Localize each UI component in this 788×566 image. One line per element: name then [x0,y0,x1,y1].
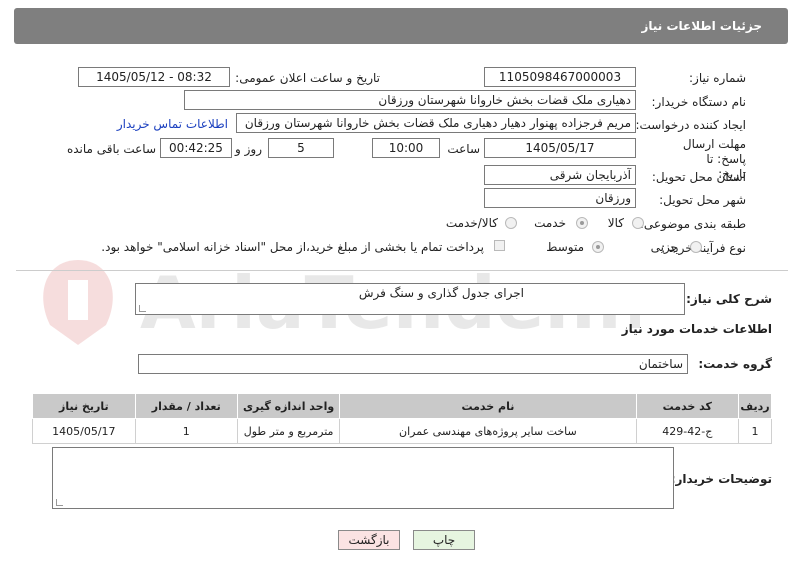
category-radio-service[interactable] [576,217,588,229]
category-option-goods: کالا [607,216,624,230]
announce-datetime-field[interactable]: 1405/05/12 - 08:32 [78,67,230,87]
cell-service-code: ج-42-429 [635,418,740,444]
days-and-label: روز و [235,142,262,156]
need-number-label: شماره نیاز: [689,71,746,85]
requester-label: ایجاد کننده درخواست: [635,118,746,132]
page-title: جزئیات اطلاعات نیاز [641,19,762,33]
contact-buyer-link[interactable]: اطلاعات تماس خریدار [117,117,228,131]
buyer-org-field[interactable]: دهیاری ملک قضات بخش خاروانا شهرستان ورزق… [184,90,636,110]
announce-datetime-label: تاریخ و ساعت اعلان عمومی: [235,71,380,85]
province-field[interactable]: آذربایجان شرقی [484,165,636,185]
cell-row: 1 [738,418,772,444]
resize-grip-icon[interactable] [56,499,63,506]
remaining-label: ساعت باقی مانده [66,142,156,156]
col-need-date: تاریخ نیاز [32,393,136,419]
section-divider [16,270,788,271]
service-group-label: گروه خدمت: [698,357,772,371]
deadline-time-label: ساعت [447,142,480,156]
cell-need-date: 1405/05/17 [32,418,136,444]
category-option-service: خدمت [534,216,566,230]
col-quantity: تعداد / مقدار [134,393,238,419]
deadline-date-field[interactable]: 1405/05/17 [484,138,636,158]
remaining-time-field[interactable]: 00:42:25 [160,138,232,158]
deadline-time-field[interactable]: 10:00 [372,138,440,158]
category-option-goods-service: کالا/خدمت [445,216,498,230]
buyer-notes-label: توضیحات خریدار: [670,472,772,486]
table-header-row: ردیف کد خدمت نام خدمت واحد اندازه گیری ت… [32,393,772,419]
requester-field[interactable]: مریم فرجزاده پهنوار دهیار دهیاری ملک قضا… [236,113,636,133]
header-bar: جزئیات اطلاعات نیاز [14,8,788,44]
col-service-code: کد خدمت [635,393,740,419]
purchase-option-minor: جزیی [650,240,678,254]
buyer-org-label: نام دستگاه خریدار: [651,95,747,109]
description-label: شرح کلی نیاز: [686,292,772,306]
province-label: استان محل تحویل: [651,170,746,184]
services-section-title: اطلاعات خدمات مورد نیاز [621,322,772,336]
purchase-radio-medium[interactable] [592,241,604,253]
services-table: ردیف کد خدمت نام خدمت واحد اندازه گیری ت… [32,393,772,444]
resize-grip-icon[interactable] [139,305,146,312]
buyer-notes-textarea[interactable] [52,447,674,509]
city-field[interactable]: ورزقان [484,188,636,208]
category-radio-goods[interactable] [632,217,644,229]
cell-service-name: ساخت سایر پروژه‌های مهندسی عمران [339,418,637,444]
back-button[interactable]: بازگشت [338,530,400,550]
cell-unit: مترمربع و متر طول [236,418,341,444]
print-button[interactable]: چاپ [413,530,475,550]
purchase-option-medium: متوسط [546,240,584,254]
purchase-radio-minor[interactable] [690,241,702,253]
treasury-payment-note: پرداخت تمام یا بخشی از مبلغ خرید،از محل … [101,240,484,254]
col-row: ردیف [738,393,772,419]
category-label: طبقه بندی موضوعی: [639,217,746,231]
category-radio-goods-service[interactable] [505,217,517,229]
remaining-days-field[interactable]: 5 [268,138,334,158]
need-number-field[interactable]: 1105098467000003 [484,67,636,87]
col-service-name: نام خدمت [339,393,637,419]
table-row[interactable]: 1 ج-42-429 ساخت سایر پروژه‌های مهندسی عم… [32,418,772,444]
treasury-payment-checkbox[interactable] [494,240,505,251]
city-label: شهر محل تحویل: [659,193,746,207]
cell-quantity: 1 [134,418,238,444]
service-group-field[interactable]: ساختمان [138,354,688,374]
description-textarea[interactable]: اجرای جدول گذاری و سنگ فرش [135,283,685,315]
col-unit: واحد اندازه گیری [236,393,341,419]
